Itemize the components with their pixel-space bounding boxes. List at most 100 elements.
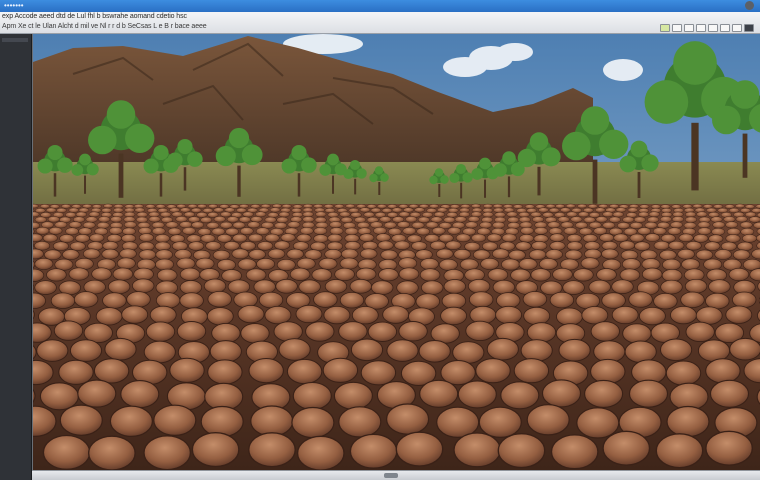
cobblestone xyxy=(188,241,205,251)
cobblestone xyxy=(739,221,753,229)
cobblestone xyxy=(171,241,188,251)
toolbar-button-1[interactable] xyxy=(660,24,670,32)
menu-line-1[interactable]: exp Accode aeed dtd de Lul fhl b bswrahe… xyxy=(2,13,187,20)
cobblestone xyxy=(155,204,166,209)
cobblestone xyxy=(608,216,621,223)
cobblestone xyxy=(209,340,242,363)
cobblestone xyxy=(492,279,516,295)
cobblestone xyxy=(160,211,172,218)
cobblestone xyxy=(103,203,114,209)
cobblestone xyxy=(34,257,54,270)
cobblestone xyxy=(223,241,240,251)
cobblestone xyxy=(75,211,87,218)
cobblestone xyxy=(482,203,493,209)
cobblestone xyxy=(660,204,671,209)
cobblestone xyxy=(566,211,578,218)
toolbar-buttons xyxy=(660,24,754,32)
cobblestone xyxy=(46,268,67,282)
cobblestone xyxy=(207,359,243,385)
cobblestone xyxy=(414,207,425,213)
toolbar-button-8[interactable] xyxy=(744,24,754,32)
toolbar-button-6[interactable] xyxy=(720,24,730,32)
cobblestone xyxy=(552,267,573,282)
cobblestone xyxy=(60,204,72,209)
cobblestone xyxy=(240,323,270,344)
cobblestone xyxy=(419,268,441,282)
cobblestone xyxy=(237,258,257,271)
cobblestone xyxy=(138,249,157,260)
cobblestone xyxy=(541,379,582,408)
cobblestone xyxy=(212,249,231,261)
cobblestone xyxy=(77,379,117,408)
cobblestone xyxy=(545,203,556,209)
3d-viewport[interactable] xyxy=(32,34,760,470)
cobblestone xyxy=(376,204,387,209)
scroll-handle[interactable] xyxy=(384,473,398,478)
cobblestone xyxy=(575,221,588,229)
cobblestone xyxy=(684,211,697,218)
toolbar-button-2[interactable] xyxy=(672,24,682,32)
cobblestone xyxy=(737,241,754,252)
cobblestone xyxy=(660,338,693,362)
cobblestone xyxy=(191,221,205,229)
menu-line-2[interactable]: Apm Xe ct le Ulan Alcht d mil ve Nl r r … xyxy=(2,23,207,30)
cobblestone xyxy=(590,358,626,385)
cobblestone xyxy=(445,240,462,250)
cobblestone xyxy=(278,338,311,361)
cobblestone xyxy=(255,211,267,218)
cobblestone xyxy=(524,204,535,209)
cobblestone xyxy=(65,227,79,236)
cobblestone xyxy=(601,292,626,309)
cobblestone xyxy=(203,278,227,294)
cobblestone xyxy=(518,211,530,218)
cobblestone xyxy=(659,216,672,223)
toolbar-button-3[interactable] xyxy=(684,24,694,32)
cobblestone xyxy=(712,221,726,229)
cobblestone xyxy=(274,240,291,250)
cobblestone xyxy=(36,339,69,362)
cobblestone xyxy=(179,221,193,229)
cobblestone xyxy=(538,207,549,213)
cobblestone xyxy=(662,258,681,271)
cobblestone xyxy=(469,291,494,308)
cobblestone xyxy=(370,207,382,213)
cobblestone xyxy=(500,381,540,410)
cobblestone xyxy=(530,211,542,218)
toolbar-button-7[interactable] xyxy=(732,24,742,32)
cobblestone xyxy=(734,203,746,209)
toolbar-button-5[interactable] xyxy=(708,24,718,32)
cobblestone xyxy=(728,267,750,282)
cobblestone xyxy=(708,279,731,294)
cobblestone xyxy=(143,435,192,470)
cobblestone xyxy=(523,306,551,326)
cobblestone xyxy=(634,241,651,251)
cobblestone xyxy=(714,249,732,260)
cobblestone xyxy=(280,233,296,242)
cobblestone xyxy=(681,258,701,271)
cobblestone xyxy=(121,234,137,243)
cobblestone xyxy=(350,338,384,362)
cobblestone xyxy=(639,204,650,209)
cobblestone xyxy=(492,203,503,209)
cobblestone xyxy=(88,211,100,218)
cobblestone xyxy=(677,248,695,260)
cobblestone xyxy=(315,211,327,218)
cobblestone xyxy=(420,258,439,270)
cobblestone xyxy=(286,248,304,260)
cobblestone xyxy=(617,222,630,230)
cobblestone xyxy=(305,321,335,342)
close-icon[interactable] xyxy=(745,1,754,10)
cobblestone xyxy=(725,221,739,229)
cobblestone xyxy=(532,216,545,223)
cobblestone xyxy=(711,227,725,236)
toolbar-button-4[interactable] xyxy=(696,24,706,32)
cobblestone xyxy=(602,221,616,229)
cobblestone xyxy=(395,431,444,467)
cobblestone xyxy=(155,249,173,260)
cobblestone xyxy=(93,358,130,384)
cobblestone xyxy=(593,227,608,235)
cobblestone xyxy=(116,257,136,270)
cobblestone xyxy=(35,226,50,235)
cobblestone xyxy=(559,207,571,213)
cobblestone xyxy=(217,259,236,271)
